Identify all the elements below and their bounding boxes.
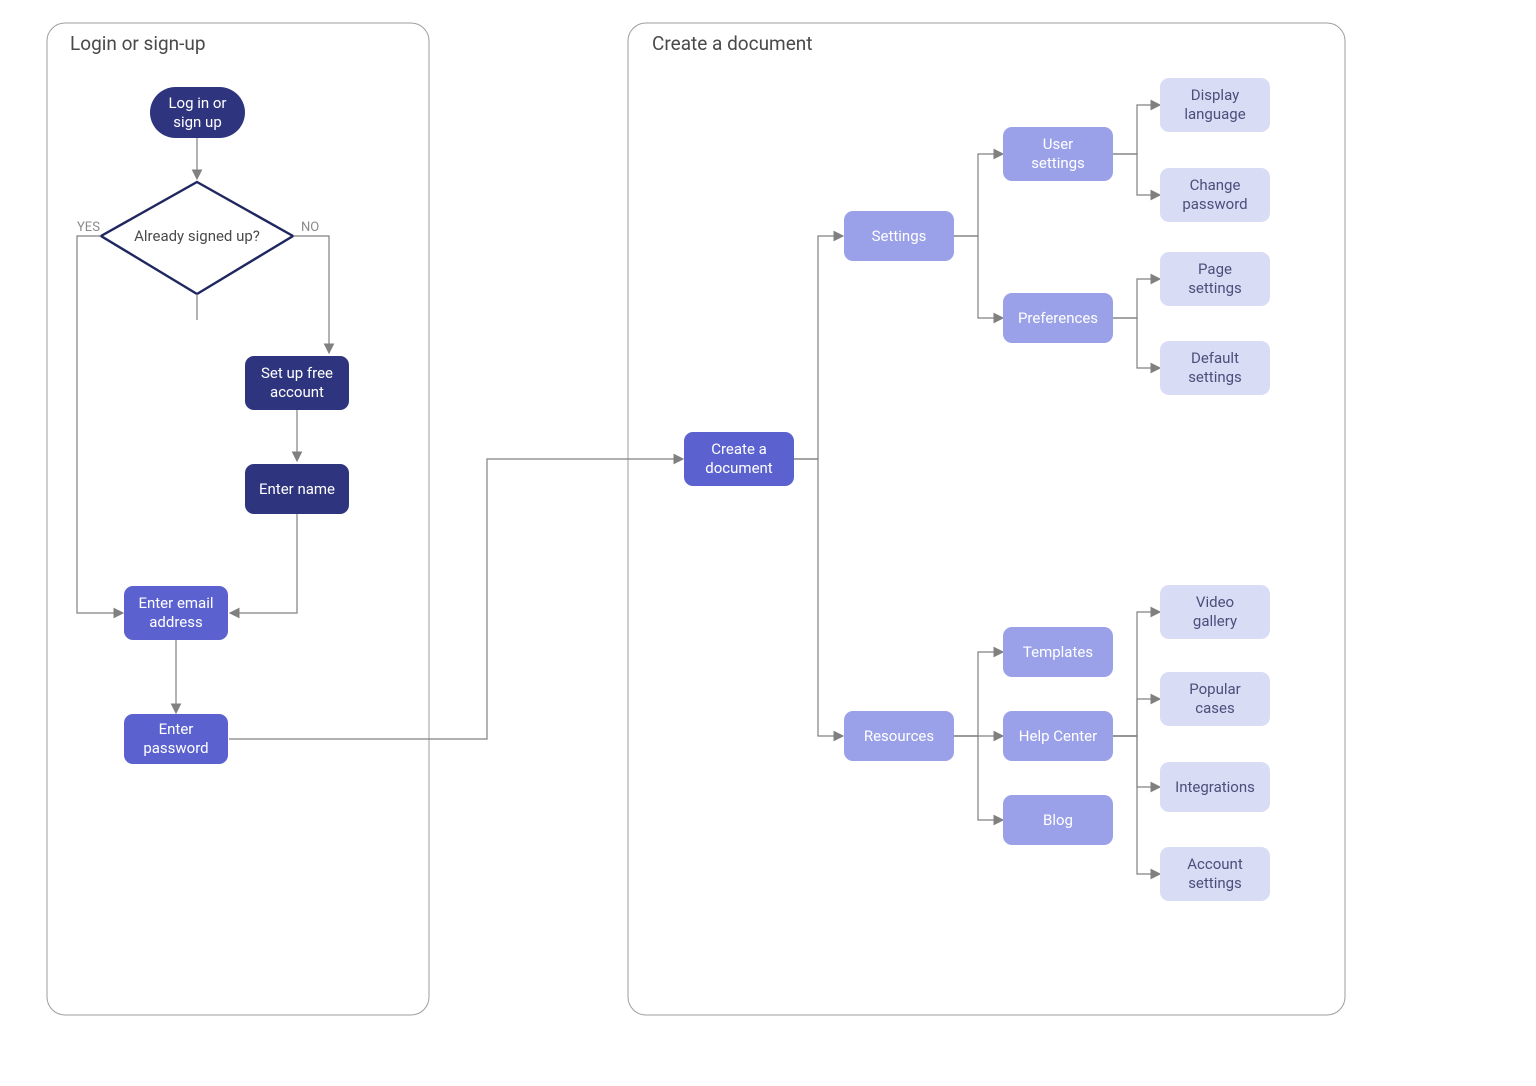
node-integrations: Integrations xyxy=(1160,762,1270,812)
node-entername-label: Enter name xyxy=(259,480,335,499)
edge-resources-templates xyxy=(954,652,1002,736)
node-videogallery: Video gallery xyxy=(1160,585,1270,639)
node-displaylanguage-label: Display language xyxy=(1184,86,1245,124)
edge-usersettings-displaylanguage xyxy=(1113,105,1159,154)
edge-helpcenter-popularcases xyxy=(1113,699,1159,736)
node-templates: Templates xyxy=(1003,627,1113,677)
node-blog: Blog xyxy=(1003,795,1113,845)
node-videogallery-label: Video gallery xyxy=(1193,593,1237,631)
node-pagesettings-label: Page settings xyxy=(1188,260,1242,298)
node-enterpassword: Enter password xyxy=(124,714,228,764)
edge-settings-usersettings xyxy=(954,154,1002,236)
edge-name-email xyxy=(231,514,297,613)
node-setup-label: Set up free account xyxy=(261,364,333,402)
node-changepassword-label: Change password xyxy=(1182,176,1247,214)
edge-label-yes: YES xyxy=(77,220,100,235)
edge-helpcenter-videogallery xyxy=(1113,612,1159,736)
node-usersettings: User settings xyxy=(1003,127,1113,181)
node-usersettings-label: User settings xyxy=(1031,135,1085,173)
diagram-stage: Login or sign-up Create a document YES N… xyxy=(0,0,1536,1086)
edge-helpcenter-accountsettings xyxy=(1113,736,1159,874)
node-defaultsettings-label: Default settings xyxy=(1188,349,1242,387)
node-enterpassword-label: Enter password xyxy=(143,720,208,758)
edge-preferences-defaultsettings xyxy=(1113,318,1159,368)
node-settings-label: Settings xyxy=(872,227,927,246)
edge-helpcenter-integrations xyxy=(1113,736,1159,787)
edge-createdoc-resources xyxy=(794,459,842,736)
node-integrations-label: Integrations xyxy=(1175,778,1255,797)
node-displaylanguage: Display language xyxy=(1160,78,1270,132)
node-resources-label: Resources xyxy=(864,727,934,746)
edge-preferences-pagesettings xyxy=(1113,279,1159,318)
node-start: Log in or sign up xyxy=(150,87,245,138)
node-helpcenter-label: Help Center xyxy=(1019,727,1097,746)
diagram-svg: Login or sign-up Create a document YES N… xyxy=(0,0,1536,1086)
node-enteremail-label: Enter email address xyxy=(138,594,213,632)
decision-shape xyxy=(101,182,293,294)
node-changepassword: Change password xyxy=(1160,168,1270,222)
container-create-title: Create a document xyxy=(652,32,813,55)
edge-decision-email xyxy=(77,236,122,613)
node-accountsettings: Account settings xyxy=(1160,847,1270,901)
edge-usersettings-changepassword xyxy=(1113,154,1159,195)
edge-resources-blog xyxy=(954,736,1002,820)
container-login-title: Login or sign-up xyxy=(70,32,206,55)
node-start-label: Log in or sign up xyxy=(168,94,226,132)
edge-label-no: NO xyxy=(301,220,319,235)
node-settings: Settings xyxy=(844,211,954,261)
node-setup: Set up free account xyxy=(245,356,349,410)
node-accountsettings-label: Account settings xyxy=(1187,855,1243,893)
node-pagesettings: Page settings xyxy=(1160,252,1270,306)
node-blog-label: Blog xyxy=(1043,811,1073,830)
node-enteremail: Enter email address xyxy=(124,586,228,640)
node-preferences-label: Preferences xyxy=(1018,309,1098,328)
node-popularcases: Popular cases xyxy=(1160,672,1270,726)
node-templates-label: Templates xyxy=(1023,643,1093,662)
edge-settings-preferences xyxy=(954,236,1002,318)
node-resources: Resources xyxy=(844,711,954,761)
edge-decision-setup xyxy=(293,236,329,352)
container-login xyxy=(47,23,429,1015)
node-popularcases-label: Popular cases xyxy=(1189,680,1241,718)
node-createdoc: Create a document xyxy=(684,432,794,486)
node-helpcenter: Help Center xyxy=(1003,711,1113,761)
node-preferences: Preferences xyxy=(1003,293,1113,343)
node-createdoc-label: Create a document xyxy=(705,440,772,478)
node-defaultsettings: Default settings xyxy=(1160,341,1270,395)
node-entername: Enter name xyxy=(245,464,349,514)
edge-createdoc-settings xyxy=(794,236,842,459)
